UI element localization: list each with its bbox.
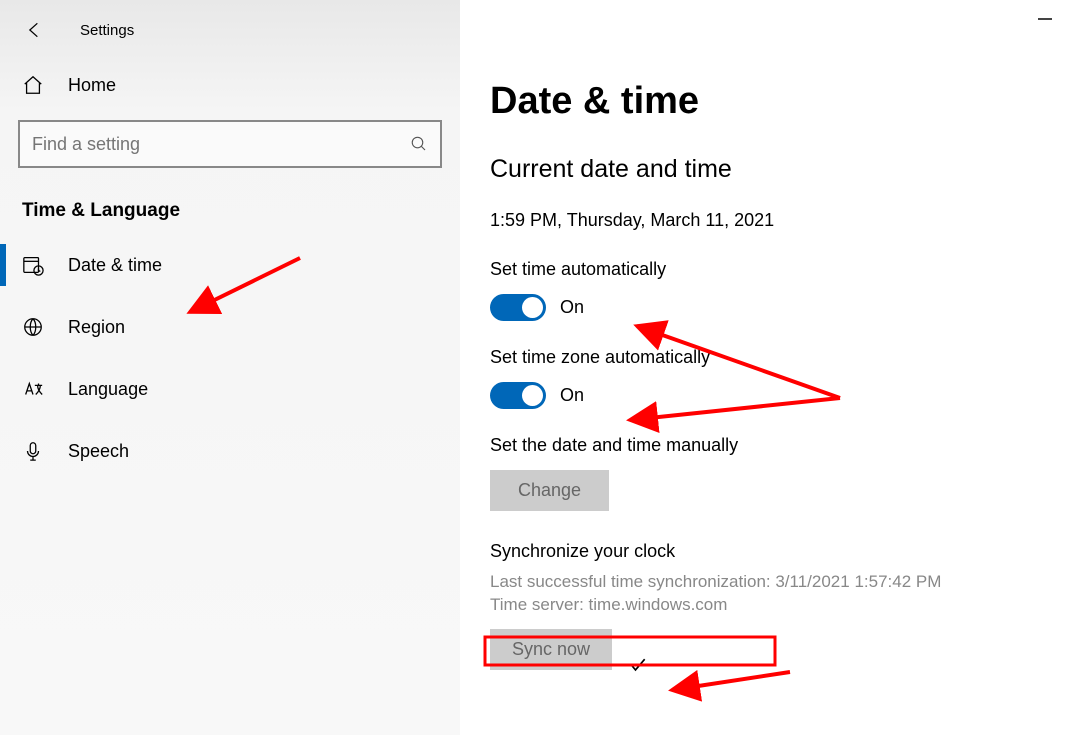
set-time-auto-toggle-row: On: [490, 294, 1070, 321]
set-tz-auto-label: Set time zone automatically: [490, 347, 1070, 368]
set-time-auto-state: On: [560, 297, 584, 318]
search-box[interactable]: [18, 120, 442, 168]
check-icon: [628, 655, 648, 675]
set-tz-auto-toggle[interactable]: [490, 382, 546, 409]
sidebar: Settings Home Time & Language Date & tim…: [0, 0, 460, 735]
microphone-icon: [22, 440, 44, 462]
app-title: Settings: [80, 22, 134, 39]
search-input[interactable]: [32, 134, 410, 155]
header-row: Settings: [0, 12, 460, 56]
nav-label-language: Language: [68, 379, 148, 400]
last-sync-info: Last successful time synchronization: 3/…: [490, 572, 1070, 592]
calendar-clock-icon: [22, 254, 44, 276]
minimize-button[interactable]: [1038, 18, 1052, 20]
set-time-auto-label: Set time automatically: [490, 259, 1070, 280]
sidebar-item-speech[interactable]: Speech: [0, 420, 460, 482]
sidebar-item-region[interactable]: Region: [0, 296, 460, 358]
sidebar-item-home[interactable]: Home: [0, 56, 460, 114]
search-icon: [410, 135, 428, 153]
globe-icon: [22, 316, 44, 338]
set-tz-auto-toggle-row: On: [490, 382, 1070, 409]
page-title: Date & time: [490, 80, 1070, 123]
sync-heading: Synchronize your clock: [490, 541, 1070, 562]
set-tz-auto-state: On: [560, 385, 584, 406]
current-datetime-heading: Current date and time: [490, 155, 1070, 184]
home-icon: [22, 74, 44, 96]
time-server-info: Time server: time.windows.com: [490, 595, 1070, 615]
nav-label-region: Region: [68, 317, 125, 338]
set-time-auto-toggle[interactable]: [490, 294, 546, 321]
sync-row: Sync now: [490, 629, 1070, 700]
back-arrow-icon[interactable]: [24, 20, 44, 40]
main-content: Date & time Current date and time 1:59 P…: [490, 0, 1070, 735]
sidebar-item-language[interactable]: Language: [0, 358, 460, 420]
nav-label-date-time: Date & time: [68, 255, 162, 276]
sidebar-item-date-time[interactable]: Date & time: [0, 234, 460, 296]
nav-label-speech: Speech: [68, 441, 129, 462]
change-button[interactable]: Change: [490, 470, 609, 511]
current-datetime-value: 1:59 PM, Thursday, March 11, 2021: [490, 210, 1070, 231]
set-manual-label: Set the date and time manually: [490, 435, 1070, 456]
home-label: Home: [68, 75, 116, 96]
sync-now-button[interactable]: Sync now: [490, 629, 612, 670]
category-header: Time & Language: [0, 192, 460, 234]
language-icon: [22, 378, 44, 400]
